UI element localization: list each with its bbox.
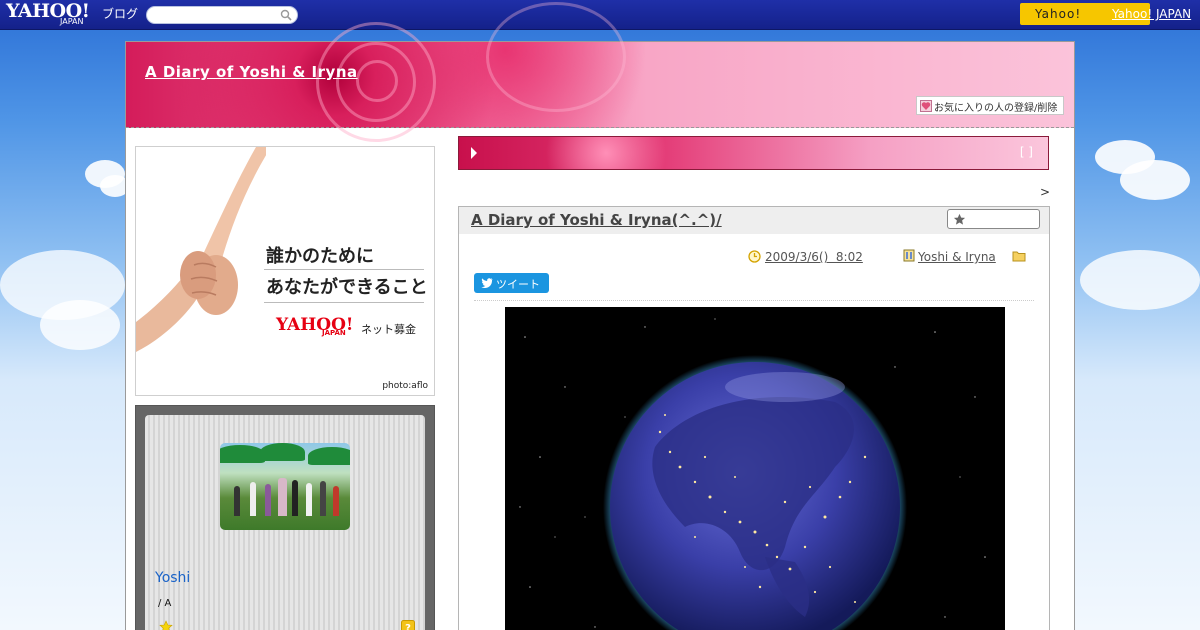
search-input[interactable] — [153, 7, 278, 23]
ad-yahoo-logo-sub: JAPAN — [322, 329, 346, 337]
post-title[interactable]: A Diary of Yoshi & Iryna(^.^)/ — [471, 211, 722, 229]
ad-line1: 誰かのために — [266, 246, 374, 267]
profile-name[interactable]: Yoshi — [155, 570, 190, 586]
yahoo-button-label: Yahoo! — [1035, 7, 1082, 21]
person-shape — [234, 486, 240, 516]
umbrella-shape — [220, 445, 265, 463]
umbrella-shape — [308, 447, 350, 465]
ad-credit: photo:aflo — [382, 381, 428, 391]
blog-title[interactable]: A Diary of Yoshi & Iryna — [145, 63, 358, 81]
tweet-button[interactable]: ツイート — [474, 273, 549, 293]
person-shape — [250, 482, 256, 516]
umbrella-shape — [260, 443, 305, 461]
category-banner: [ ] — [458, 136, 1049, 170]
person-shape — [292, 480, 298, 516]
earth-illustration — [519, 318, 986, 630]
divider — [474, 300, 1034, 301]
svg-text:?: ? — [405, 623, 411, 630]
earth-night-image — [505, 307, 1005, 630]
blog-post: A Diary of Yoshi & Iryna(^.^)/ 2009/3/6(… — [458, 206, 1050, 630]
yahoo-japan-link[interactable]: Yahoo! JAPAN — [1112, 7, 1191, 21]
star-outline-icon — [953, 213, 966, 225]
person-shape — [265, 484, 271, 516]
person-shape — [306, 483, 312, 516]
profile-panel: Yoshi / A ? — [135, 405, 435, 630]
cloud-decoration — [1120, 160, 1190, 200]
cloud-decoration — [1080, 250, 1200, 310]
blog-container: A Diary of Yoshi & Iryna お気に入りの人の登録/削除 誰… — [125, 2, 1075, 630]
ad-divider — [264, 302, 424, 303]
user-icon — [903, 249, 915, 262]
ad-line2: あなたができること — [266, 277, 428, 298]
next-article-link[interactable]: > — [1040, 185, 1050, 199]
twitter-bird-icon — [481, 278, 493, 288]
folder-icon[interactable] — [1012, 250, 1026, 262]
star-icon — [159, 620, 173, 630]
post-date[interactable]: 2009/3/6() 8:02 — [765, 250, 863, 264]
favorite-button[interactable]: お気に入りの人の登録/削除 — [916, 96, 1064, 115]
person-shape — [278, 478, 287, 516]
heart-icon — [920, 100, 932, 112]
rose-decoration — [356, 60, 398, 102]
ad-service: ネット募金 — [361, 323, 416, 336]
post-author[interactable]: Yoshi & Iryna — [918, 250, 996, 264]
star-button[interactable] — [947, 209, 1040, 229]
yahoo-logo[interactable]: YAHOO! JAPAN ブログ — [6, 2, 138, 27]
person-shape — [333, 486, 339, 516]
favorite-button-label: お気に入りの人の登録/削除 — [934, 103, 1058, 114]
profile-subtext: / A — [158, 598, 172, 609]
handshake-image — [136, 147, 266, 352]
cloud-decoration — [40, 300, 120, 350]
search-icon[interactable] — [280, 9, 292, 21]
triangle-right-icon[interactable] — [471, 147, 477, 159]
profile-inner: Yoshi / A ? — [145, 415, 425, 630]
person-shape — [320, 481, 326, 516]
blog-header: A Diary of Yoshi & Iryna お気に入りの人の登録/削除 — [126, 2, 1074, 142]
blog-label: ブログ — [102, 7, 139, 21]
rose-decoration — [486, 2, 626, 112]
profile-photo[interactable] — [220, 443, 350, 530]
logo-sub: JAPAN — [60, 17, 84, 26]
banner-bracket: [ ] — [1019, 145, 1033, 159]
post-header: A Diary of Yoshi & Iryna(^.^)/ — [459, 207, 1049, 234]
charity-ad[interactable]: 誰かのために あなたができること YAHOO! JAPAN ネット募金 phot… — [135, 146, 435, 396]
ad-divider — [264, 269, 424, 270]
clock-icon — [748, 250, 761, 263]
tweet-button-label: ツイート — [496, 278, 540, 291]
help-icon[interactable]: ? — [401, 620, 415, 630]
search-box — [146, 6, 298, 24]
